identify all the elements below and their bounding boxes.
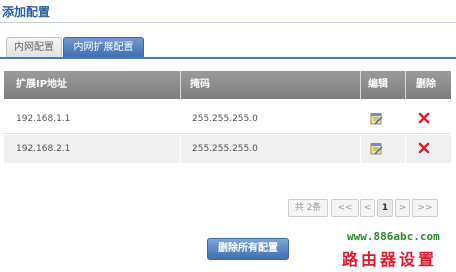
row-mask: 255.255.255.0 bbox=[192, 114, 258, 124]
delete-icon[interactable] bbox=[418, 142, 430, 154]
delete-all-button[interactable]: 删除所有配置 bbox=[207, 238, 289, 260]
cell-divider bbox=[180, 135, 181, 163]
cell-divider bbox=[360, 135, 361, 163]
tab-lan-config[interactable]: 内网配置 bbox=[6, 37, 62, 57]
table-row: 192.168.1.1 255.255.255.0 bbox=[4, 105, 451, 134]
row-mask: 255.255.255.0 bbox=[192, 144, 258, 154]
header-divider bbox=[360, 71, 361, 99]
tab-underline bbox=[0, 57, 456, 59]
pagination-prev-button[interactable]: < bbox=[360, 199, 375, 217]
edit-icon[interactable] bbox=[370, 112, 383, 125]
title-divider bbox=[0, 22, 456, 23]
page-title: 添加配置 bbox=[2, 5, 51, 19]
cell-divider bbox=[405, 135, 406, 163]
pagination-total: 共 2条 bbox=[288, 199, 328, 217]
watermark-text: 路由器设置 bbox=[342, 250, 438, 269]
watermark-url: www.886abc.com bbox=[347, 230, 440, 243]
header-divider bbox=[405, 71, 406, 99]
pagination-current-page[interactable]: 1 bbox=[377, 199, 393, 217]
row-ip: 192.168.1.1 bbox=[16, 114, 71, 124]
pagination-next-button[interactable]: > bbox=[395, 199, 410, 217]
pagination-first-button[interactable]: << bbox=[331, 199, 359, 217]
row-ip: 192.168.2.1 bbox=[16, 144, 71, 154]
edit-icon[interactable] bbox=[370, 142, 383, 155]
delete-icon[interactable] bbox=[418, 112, 430, 124]
header-delete: 删除 bbox=[416, 79, 436, 90]
header-mask: 掩码 bbox=[190, 79, 210, 90]
header-edit: 编辑 bbox=[368, 79, 388, 90]
pagination-last-button[interactable]: >> bbox=[412, 199, 438, 217]
tab-lan-extended-config[interactable]: 内网扩展配置 bbox=[63, 37, 144, 57]
header-divider bbox=[180, 71, 181, 99]
table-header: 扩展IP地址 掩码 编辑 删除 bbox=[4, 71, 451, 99]
header-ip: 扩展IP地址 bbox=[16, 79, 68, 90]
table-row: 192.168.2.1 255.255.255.0 bbox=[4, 135, 451, 163]
